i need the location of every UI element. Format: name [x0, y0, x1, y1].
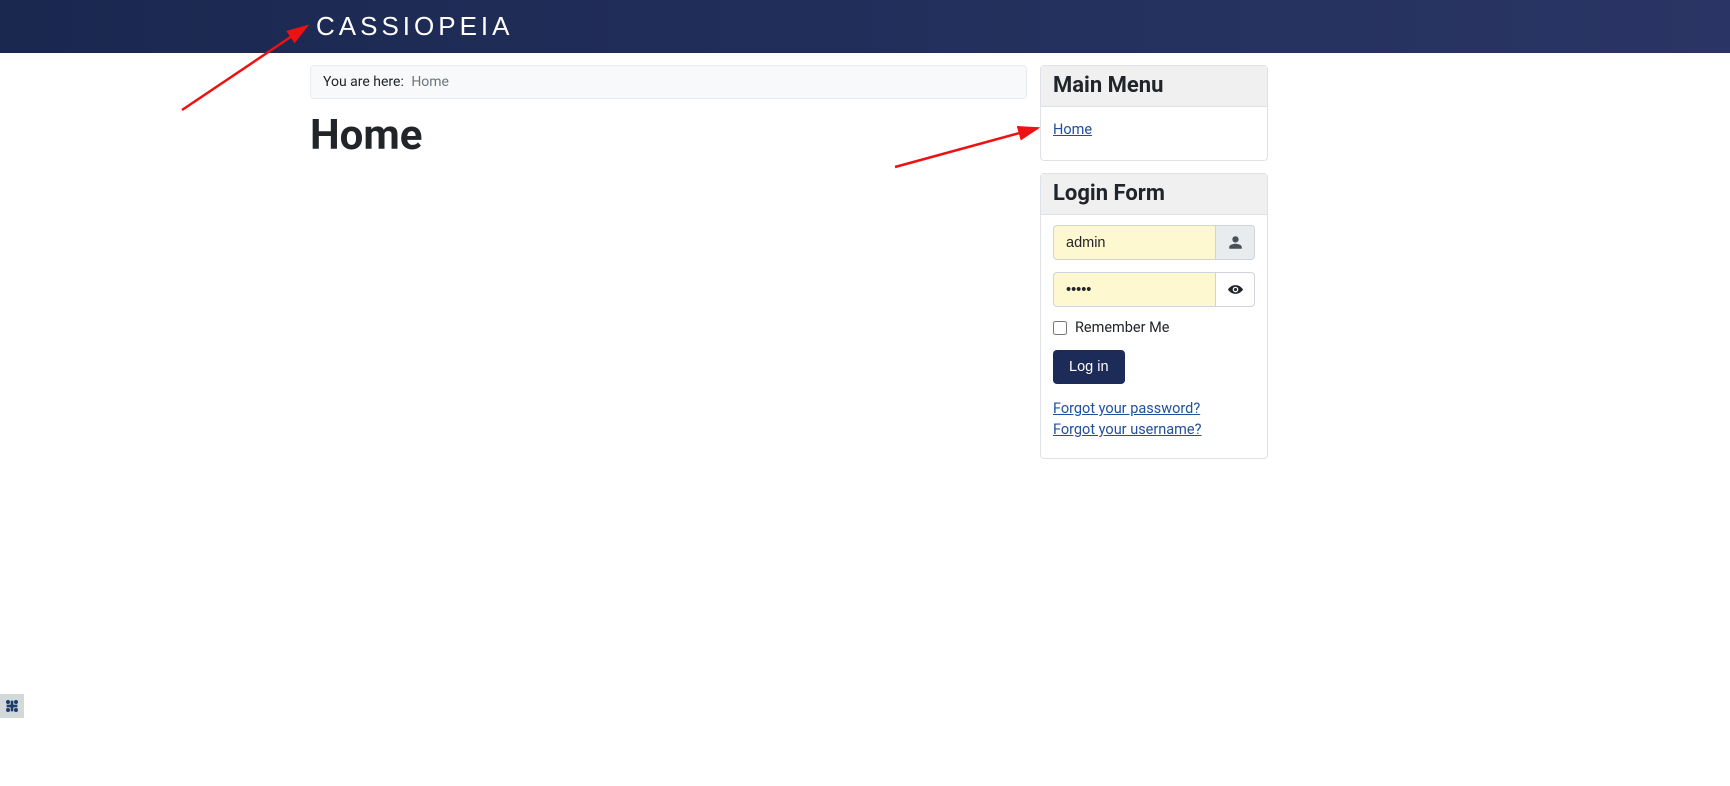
forgot-password-link[interactable]: Forgot your password? — [1053, 398, 1255, 419]
page-title: Home — [310, 111, 1027, 160]
login-form-module: Login Form Remember Me — [1040, 173, 1268, 459]
main-menu-title: Main Menu — [1041, 66, 1267, 107]
breadcrumb: You are here: Home — [310, 65, 1027, 99]
username-input[interactable] — [1053, 225, 1215, 260]
login-form-title: Login Form — [1041, 174, 1267, 215]
brand-logo[interactable]: CASSIOPEIA — [316, 11, 514, 42]
main-menu-module: Main Menu Home — [1040, 65, 1268, 161]
user-icon[interactable] — [1215, 225, 1255, 260]
forgot-username-link[interactable]: Forgot your username? — [1053, 419, 1255, 440]
eye-icon[interactable] — [1215, 272, 1255, 307]
menu-item-home[interactable]: Home — [1053, 117, 1092, 142]
breadcrumb-current: Home — [411, 74, 449, 90]
password-input[interactable] — [1053, 272, 1215, 307]
site-header: CASSIOPEIA — [0, 0, 1730, 53]
remember-me-checkbox[interactable] — [1053, 321, 1067, 335]
remember-me-label: Remember Me — [1075, 319, 1169, 336]
joomla-badge-icon[interactable] — [0, 694, 24, 718]
remember-me-row[interactable]: Remember Me — [1053, 319, 1255, 336]
breadcrumb-label: You are here: — [323, 74, 404, 90]
login-button[interactable]: Log in — [1053, 350, 1125, 384]
